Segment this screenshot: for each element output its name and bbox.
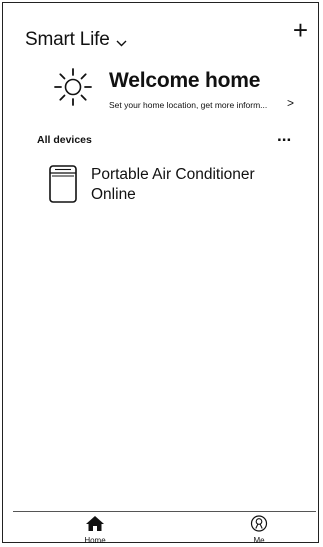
tab-home-label: Home <box>84 536 106 545</box>
app-screen: Smart Life + Welcome home Set your home … <box>2 2 319 545</box>
welcome-banner[interactable]: Welcome home Set your home location, get… <box>51 65 306 113</box>
sun-icon <box>51 65 95 114</box>
device-name: Portable Air Conditioner <box>91 166 255 183</box>
home-icon <box>85 516 105 536</box>
section-title-all-devices: All devices <box>37 134 92 146</box>
app-title: Smart Life <box>25 29 110 50</box>
device-item[interactable]: Portable Air Conditioner Online <box>49 162 299 210</box>
tab-me[interactable]: Me <box>239 515 279 545</box>
tab-home[interactable]: Home <box>75 515 115 545</box>
chevron-right-icon: > <box>287 96 295 110</box>
device-status: Online <box>91 186 136 203</box>
tab-bar-divider <box>13 511 316 512</box>
chevron-down-icon <box>116 34 127 52</box>
more-options-button[interactable]: ... <box>277 126 291 146</box>
welcome-title: Welcome home <box>109 69 261 92</box>
add-button[interactable]: + <box>293 17 308 43</box>
home-selector[interactable]: Smart Life <box>25 25 127 55</box>
tab-me-label: Me <box>253 536 265 545</box>
profile-icon <box>249 515 269 536</box>
portable-air-conditioner-icon <box>49 165 77 208</box>
welcome-subtitle: Set your home location, get more inform.… <box>109 100 268 110</box>
